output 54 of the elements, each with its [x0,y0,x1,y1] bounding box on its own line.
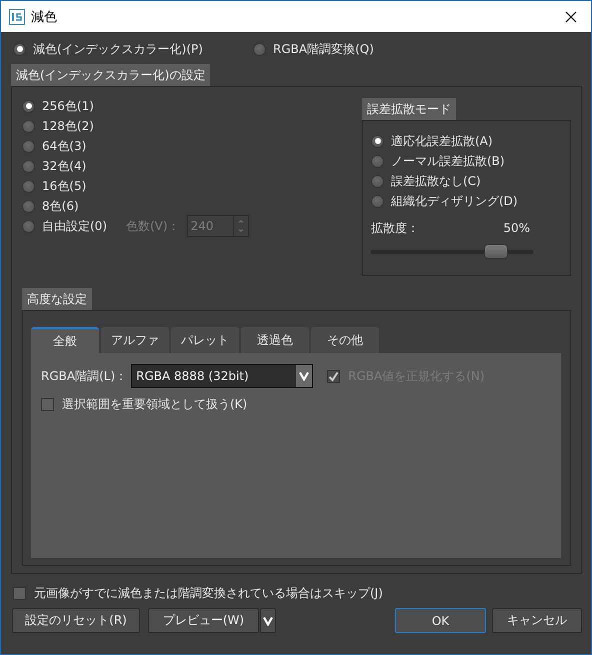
radio-label[interactable]: 32色(4) [42,158,86,174]
radio-label[interactable]: 128色(2) [42,118,94,134]
radio-label[interactable]: 8色(6) [42,198,79,214]
radio-button[interactable] [22,100,35,112]
chevron-down-icon [299,371,310,381]
dropdown[interactable]: RGBA 8888 (32bit) [131,364,314,388]
radio-button[interactable] [371,174,384,188]
radio-label[interactable]: 組織化ディザリング(D) [391,192,518,210]
field-label: 色数(V)： [126,218,180,234]
radio-button[interactable] [22,160,35,172]
tab[interactable]: アルファ [101,327,169,353]
radio-label[interactable]: 自由設定(0) [42,218,107,234]
preview-menu-button[interactable] [260,608,276,633]
radio-label[interactable]: 256色(1) [42,98,94,114]
slider-thumb[interactable] [484,245,507,258]
radio-label[interactable]: 64色(3) [42,138,86,154]
checkbox-label[interactable]: 元画像がすでに減色または階調変換されている場合はスキップ(J) [34,584,383,602]
radio-button[interactable] [371,154,384,168]
radio-label[interactable]: 誤差拡散なし(C) [391,172,481,190]
slider-label: 拡散度： [371,220,419,236]
app-icon [9,8,25,24]
radio-label[interactable]: 減色(インデックスカラー化)(P) [33,40,203,58]
slider-value: 50% [503,221,530,235]
preview-button[interactable]: プレビュー(W) [148,608,259,633]
tab[interactable]: 透過色 [241,327,309,353]
radio-button[interactable] [371,194,384,208]
group-title: 高度な設定 [22,288,92,310]
radio-button[interactable] [13,42,26,56]
radio-button[interactable] [371,134,384,148]
radio-label[interactable]: ノーマル誤差拡散(B) [391,152,505,170]
radio-label[interactable]: 適応化誤差拡散(A) [391,132,493,150]
group-title: 減色(インデックスカラー化)の設定 [11,64,210,86]
radio-label[interactable]: RGBA階調変換(Q) [273,40,374,58]
group-title: 誤差拡散モード [362,98,456,120]
tab[interactable]: その他 [311,327,379,353]
tab[interactable]: パレット [171,327,239,353]
radio-button[interactable] [22,140,35,152]
tab[interactable]: 全般 [31,327,99,353]
checkbox[interactable] [13,586,26,600]
chevron-down-icon [263,616,273,626]
radio-button[interactable] [22,220,35,232]
radio-button[interactable] [22,200,35,212]
close-icon[interactable] [565,10,577,22]
radio-button[interactable] [22,120,35,132]
reset-button[interactable]: 設定のリセット(R) [12,608,140,633]
cancel-button[interactable]: キャンセル [492,608,582,633]
window-title: 減色 [31,8,58,26]
checkbox-label[interactable]: 選択範囲を重要領域として扱う(K) [62,396,248,413]
field-label: RGBA階調(L)： [41,368,128,384]
radio-label[interactable]: 16色(5) [42,178,86,194]
radio-button[interactable] [22,180,35,192]
radio-button[interactable] [253,42,266,56]
checkbox[interactable] [41,398,54,411]
ok-button[interactable]: OK [395,608,486,633]
